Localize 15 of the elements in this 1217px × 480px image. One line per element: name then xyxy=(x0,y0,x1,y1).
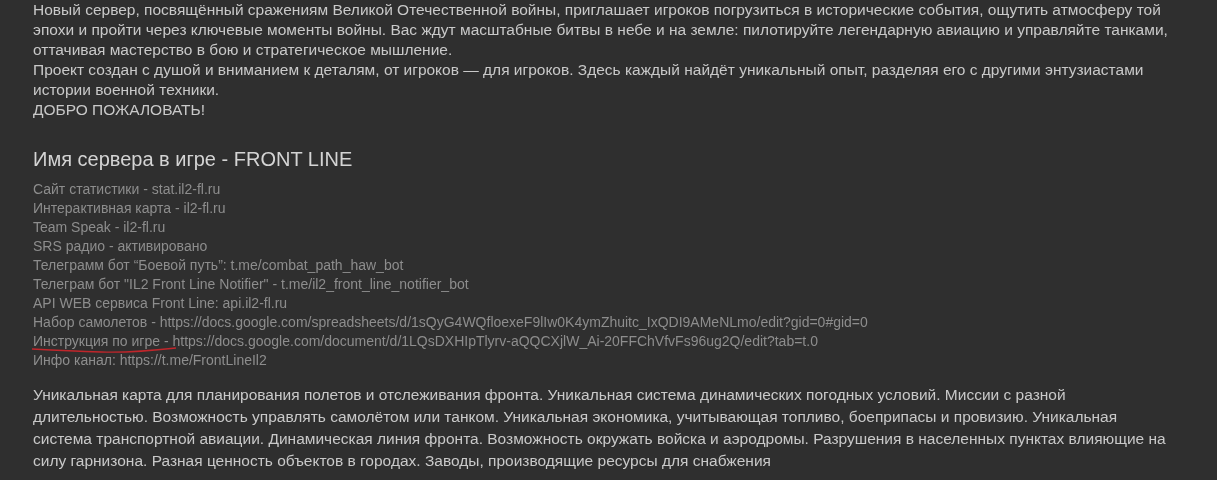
info-line: Сайт статистики - stat.il2-fl.ru xyxy=(33,180,221,199)
server-name-heading: Имя сервера в игре - FRONT LINE xyxy=(33,147,354,172)
intro-paragraph: Новый сервер, посвящённый сражениям Великой Отечественной войны, приглашает игроков погрузиться в исторические события, ощутить атмосферу той эпохи и пройти через ключевые моменты войны. Вас ждут масштабные битвы в небе и на земле: пилотируйте легендарную авиацию и управляйте танками, оттачивая мастерство в бою и стратегическое мышление. xyxy=(33,0,1169,60)
info-line: Team Speak - il2-fl.ru xyxy=(33,218,166,237)
info-line: SRS радио - активировано xyxy=(33,237,208,256)
features-paragraph: Уникальная карта для планирования полетов и отслеживания фронта. Уникальная система динамических погодных условий. Миссии с разной длительностью. Возможность управлять самолётом или танком. Уникальная экономика, учитывающая топливо, боеприпасы и провизию. Уникальная система транспортной авиации. Динамическая линия фронта. Возможность окружать войска и аэродромы. Разрушения в населенных пунктах влияющие на силу гарнизона. Разная ценность объектов в городах. Заводы, производящие ресурсы для снабжения xyxy=(33,385,1167,471)
intro-paragraph: ДОБРО ПОЖАЛОВАТЬ! xyxy=(33,100,207,120)
info-line: Интерактивная карта - il2-fl.ru xyxy=(33,199,226,218)
intro-paragraph: Проект создан с душой и вниманием к деталям, от игроков — для игроков. Здесь каждый найдёт уникальный опыт, разделяя его с другими энтузиастами истории военной техники. xyxy=(33,60,1145,100)
info-line: Телеграмм бот “Боевой путь”: t.me/combat_path_haw_bot xyxy=(33,256,404,275)
info-line: Телеграм бот "IL2 Front Line Notifier" - t.me/il2_front_line_notifier_bot xyxy=(33,275,469,294)
info-line: Набор самолетов - https://docs.google.com/spreadsheets/d/1sQyG4WQfloexeF9lIw0K4ymZhuitc_IxQDI9AMeNLmo/edit?gid=0#gid=0 xyxy=(33,313,868,332)
info-line: Инструкция по игре - https://docs.google.com/document/d/1LQsDXHIpTlyrv-aQQCXjlW_Ai-20FFChVfvFs96ug2Q/edit?tab=t.0 xyxy=(33,332,818,351)
info-line: Инфо канал: https://t.me/FrontLineIl2 xyxy=(33,351,267,370)
info-line: API WEB сервиса Front Line: api.il2-fl.ru xyxy=(33,294,288,313)
